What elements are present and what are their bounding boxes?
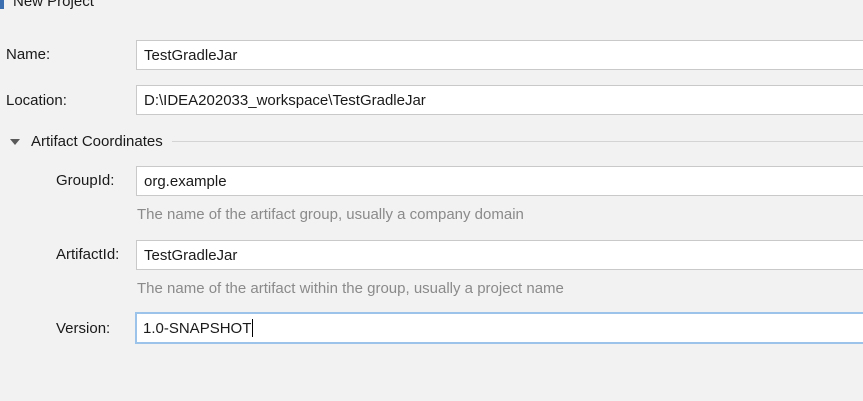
section-title: Artifact Coordinates — [31, 132, 163, 150]
dialog-header: New Project — [0, 0, 94, 11]
location-value: D:\IDEA202033_workspace\TestGradleJar — [144, 91, 426, 109]
version-field[interactable]: 1.0-SNAPSHOT — [135, 312, 863, 344]
version-value: 1.0-SNAPSHOT — [143, 319, 252, 337]
location-field[interactable]: D:\IDEA202033_workspace\TestGradleJar — [136, 85, 863, 115]
section-divider — [171, 140, 863, 142]
dialog-title: New Project — [13, 0, 94, 10]
artifactid-hint: The name of the artifact within the grou… — [137, 280, 564, 297]
artifactid-value: TestGradleJar — [144, 246, 238, 264]
version-label: Version: — [56, 320, 111, 337]
header-accent-bar — [0, 0, 4, 9]
groupid-value: org.example — [144, 172, 227, 190]
new-project-dialog: New Project Name: TestGradleJar Location… — [0, 0, 863, 401]
text-caret — [252, 319, 254, 337]
artifactid-field[interactable]: TestGradleJar — [136, 240, 863, 270]
location-label: Location: — [6, 92, 67, 109]
artifactid-label: ArtifactId: — [56, 246, 120, 263]
expand-triangle-icon[interactable] — [10, 138, 20, 145]
groupid-hint: The name of the artifact group, usually … — [137, 206, 524, 223]
name-label: Name: — [6, 46, 51, 63]
groupid-field[interactable]: org.example — [136, 166, 863, 196]
name-field[interactable]: TestGradleJar — [136, 40, 863, 70]
groupid-label: GroupId: — [56, 172, 115, 189]
artifact-coordinates-section[interactable]: Artifact Coordinates — [10, 130, 863, 152]
name-value: TestGradleJar — [144, 46, 238, 64]
